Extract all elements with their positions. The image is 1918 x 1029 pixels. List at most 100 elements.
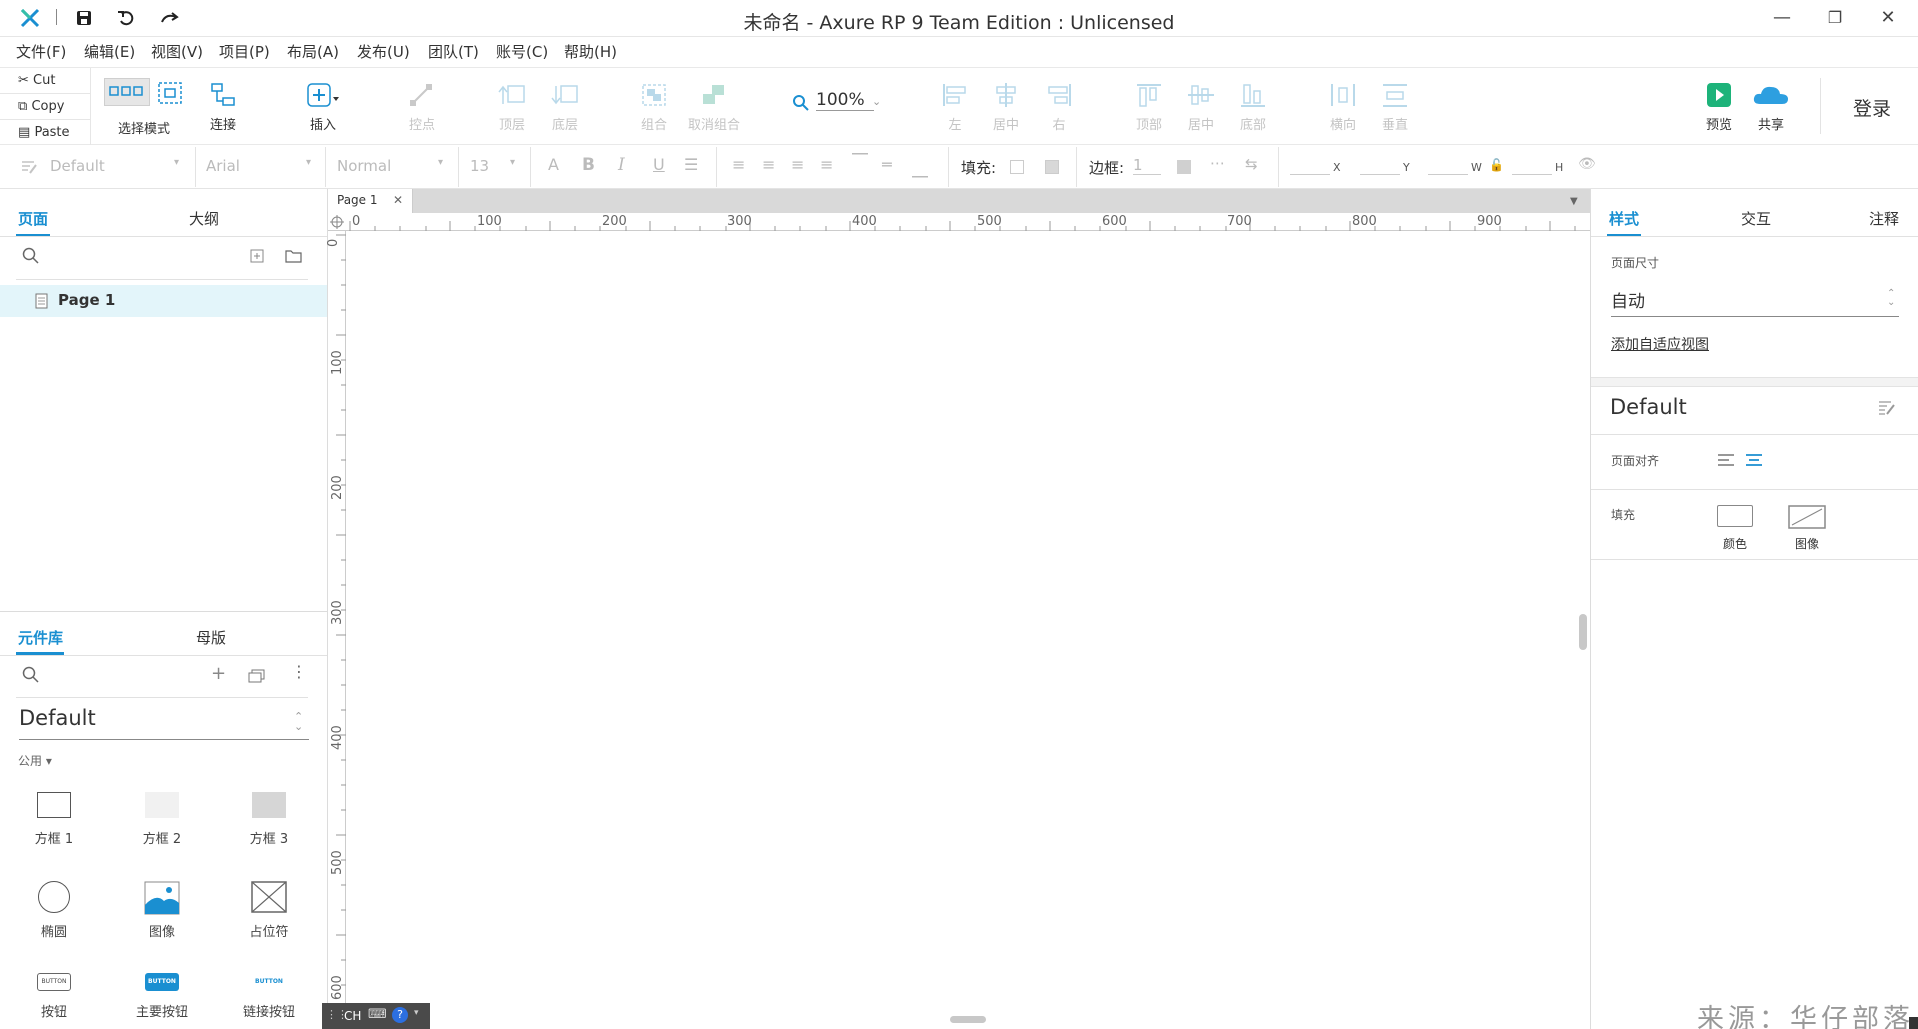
preview-button[interactable]: 预览 xyxy=(1703,82,1735,133)
add-adaptive-view-link[interactable]: 添加自适应视图 xyxy=(1611,334,1709,354)
y-input[interactable] xyxy=(1360,174,1400,175)
horizontal-scrollbar[interactable] xyxy=(950,1016,986,1023)
border-width-input[interactable]: 1 xyxy=(1133,156,1161,175)
library-search-icon[interactable] xyxy=(22,666,40,684)
category-label[interactable]: 公用 ▾ xyxy=(18,752,52,769)
more-vertical-icon[interactable]: ⋮ xyxy=(291,664,307,680)
lock-icon[interactable]: 🔓 xyxy=(1489,158,1504,172)
page-align-center-icon[interactable] xyxy=(1745,453,1763,467)
size-dropdown-icon[interactable]: ▾ xyxy=(510,157,515,168)
style-edit-icon[interactable] xyxy=(20,159,38,175)
align-right-button[interactable]: 右 xyxy=(1044,82,1074,133)
font-size-select[interactable]: 13 xyxy=(470,157,489,175)
add-folder-icon[interactable] xyxy=(285,249,303,263)
add-page-icon[interactable] xyxy=(250,249,264,263)
library-window-icon[interactable] xyxy=(248,669,266,683)
close-button[interactable]: ✕ xyxy=(1868,6,1908,30)
menu-edit[interactable]: 编辑(E) xyxy=(84,41,135,62)
menu-view[interactable]: 视图(V) xyxy=(151,41,203,62)
tab-list-dropdown-icon[interactable]: ▼ xyxy=(1570,196,1578,207)
insert-button[interactable]: 插入 xyxy=(305,82,341,133)
page-item-page-1[interactable]: Page 1 xyxy=(0,285,327,317)
tab-library[interactable]: 元件库 xyxy=(18,627,63,648)
tab-interactions[interactable]: 交互 xyxy=(1741,208,1771,229)
widget-image[interactable]: 图像 xyxy=(112,881,212,940)
points-button[interactable]: 控点 xyxy=(406,82,438,133)
tab-pages[interactable]: 页面 xyxy=(18,208,48,229)
widget-primary-button[interactable]: BUTTON 主要按钮 xyxy=(112,973,212,1020)
h-input[interactable] xyxy=(1512,174,1552,175)
italic-icon[interactable]: I xyxy=(618,155,625,175)
fill-color-button[interactable]: 颜色 xyxy=(1715,505,1755,552)
valign-middle-icon[interactable]: ═ xyxy=(882,155,892,174)
valign-bottom-icon[interactable]: ⎽ xyxy=(912,159,928,179)
fill-image-button[interactable]: 图像 xyxy=(1787,505,1827,552)
minimize-button[interactable]: — xyxy=(1762,6,1802,30)
add-library-icon[interactable]: + xyxy=(211,663,226,684)
tab-masters[interactable]: 母版 xyxy=(196,627,226,648)
text-justify-icon[interactable]: ≡ xyxy=(820,155,833,174)
widget-placeholder[interactable]: 占位符 xyxy=(219,881,319,940)
text-align-right-icon[interactable]: ≡ xyxy=(791,155,804,174)
align-center-button[interactable]: 居中 xyxy=(990,82,1022,133)
menu-project[interactable]: 项目(P) xyxy=(219,41,270,62)
ime-toolbar[interactable]: ⋮⋮ CH ⌨ ? ▾ xyxy=(322,1003,430,1029)
font-color-icon[interactable]: A xyxy=(548,155,559,174)
widget-ellipse[interactable]: 椭圆 xyxy=(4,881,104,940)
copy-button[interactable]: ⧉ Copy xyxy=(18,99,64,114)
group-button[interactable]: 组合 xyxy=(638,82,670,133)
share-button[interactable]: 共享 xyxy=(1752,82,1790,133)
connect-button[interactable]: 连接 xyxy=(208,82,238,133)
cut-button[interactable]: ✂ Cut xyxy=(18,73,55,88)
align-bottom-button[interactable]: 底部 xyxy=(1238,82,1268,133)
paste-button[interactable]: ▤ Paste xyxy=(18,125,70,140)
w-input[interactable] xyxy=(1428,174,1468,175)
menu-file[interactable]: 文件(F) xyxy=(16,41,66,62)
tab-outline[interactable]: 大纲 xyxy=(189,208,219,229)
menu-publish[interactable]: 发布(U) xyxy=(357,41,410,62)
valign-top-icon[interactable]: ⎺ xyxy=(852,151,868,171)
font-select[interactable]: Arial xyxy=(206,157,240,175)
align-middle-button[interactable]: 居中 xyxy=(1186,82,1216,133)
style-dropdown-icon[interactable]: ▾ xyxy=(174,157,179,168)
bold-icon[interactable]: B xyxy=(582,155,595,175)
arrow-style-icon[interactable]: ⇆ xyxy=(1245,155,1258,173)
page-align-left-icon[interactable] xyxy=(1717,453,1735,467)
menu-team[interactable]: 团队(T) xyxy=(428,41,479,62)
widget-box-3[interactable]: 方框 3 xyxy=(219,792,319,847)
distribute-vertical-button[interactable]: 垂直 xyxy=(1380,82,1410,133)
widget-box-1[interactable]: 方框 1 xyxy=(4,792,104,847)
bring-to-front-button[interactable]: 顶层 xyxy=(496,82,528,133)
align-top-button[interactable]: 顶部 xyxy=(1134,82,1164,133)
edit-style-icon[interactable] xyxy=(1877,399,1897,417)
font-weight-select[interactable]: Normal xyxy=(337,157,391,175)
tab-style[interactable]: 样式 xyxy=(1609,208,1639,229)
x-input[interactable] xyxy=(1290,174,1330,175)
search-icon[interactable] xyxy=(22,247,40,265)
border-color-swatch[interactable] xyxy=(1177,160,1191,174)
visibility-eye-icon[interactable]: 👁 xyxy=(1578,156,1596,172)
weight-dropdown-icon[interactable]: ▾ xyxy=(438,157,443,168)
page-size-select[interactable]: 自动 ⌃ ⌄ xyxy=(1611,287,1899,317)
send-to-back-button[interactable]: 底层 xyxy=(549,82,581,133)
restore-button[interactable]: ❐ xyxy=(1815,6,1855,30)
menu-layout[interactable]: 布局(A) xyxy=(287,41,339,62)
bullet-list-icon[interactable]: ☰ xyxy=(684,155,698,174)
select-contain-button[interactable] xyxy=(157,81,183,109)
tab-notes[interactable]: 注释 xyxy=(1869,208,1899,229)
widget-link-button[interactable]: BUTTON 链接按钮 xyxy=(219,973,319,1020)
distribute-horizontal-button[interactable]: 横向 xyxy=(1328,82,1358,133)
fill-color-swatch[interactable] xyxy=(1010,160,1024,174)
align-left-button[interactable]: 左 xyxy=(940,82,970,133)
text-align-center-icon[interactable]: ≡ xyxy=(762,155,775,174)
close-tab-icon[interactable]: ✕ xyxy=(393,193,403,207)
text-align-left-icon[interactable]: ≡ xyxy=(732,155,745,174)
vertical-scrollbar[interactable] xyxy=(1579,614,1587,650)
tab-page-1[interactable]: Page 1 ✕ xyxy=(328,189,413,213)
style-select[interactable]: Default xyxy=(50,157,105,175)
widget-button[interactable]: BUTTON 按钮 xyxy=(4,973,104,1020)
underline-icon[interactable]: U xyxy=(653,155,665,174)
zoom-control[interactable]: 100% ⌄ xyxy=(792,88,882,116)
font-dropdown-icon[interactable]: ▾ xyxy=(306,157,311,168)
select-intersect-button[interactable] xyxy=(104,78,150,106)
